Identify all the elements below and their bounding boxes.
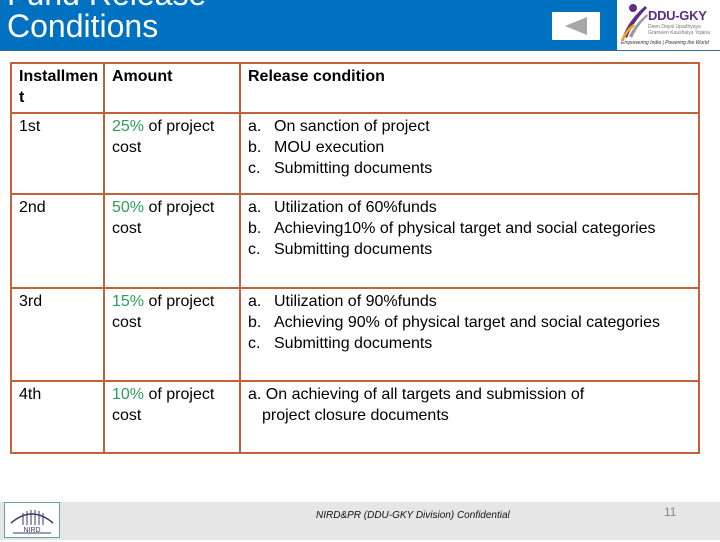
amount-percent: 25% xyxy=(112,118,145,135)
list-marker: a. xyxy=(248,386,262,403)
ddu-gky-logo: DDU-GKY Deen Dayal Upadhyaya Grameen Kau… xyxy=(617,0,720,50)
installment-cell: 4th xyxy=(10,380,105,454)
confidential-notice: NIRD&PR (DDU-GKY Division) Confidential xyxy=(316,510,510,521)
table-row: 3rd 15% of project cost a. Utilization of… xyxy=(10,287,700,382)
fund-release-table: Installmen t Amount Release condition 1s… xyxy=(10,62,700,454)
conditions-cell: a. On achieving of all targets and submi… xyxy=(239,380,700,454)
table-header-row: Installmen t Amount Release condition xyxy=(10,62,700,114)
header-installment: Installmen t xyxy=(10,62,105,114)
table-row: 4th 10% of project cost a. On achieving … xyxy=(10,380,700,454)
installment-cell: 3rd xyxy=(10,287,105,382)
header-amount: Amount xyxy=(103,62,241,114)
list-marker: b. xyxy=(248,220,262,237)
list-marker: b. xyxy=(248,314,262,331)
condition-text: On sanction of project xyxy=(274,118,430,135)
nird-logo-label: NIRD xyxy=(23,527,40,534)
condition-text: On achieving of all targets and submissi… xyxy=(261,386,585,403)
list-item: a. Utilization of 60%funds xyxy=(248,197,691,218)
logo-tagline: Empowering India | Powering the World xyxy=(621,40,709,46)
list-item: a. On sanction of project xyxy=(248,116,691,137)
triangle-left-icon xyxy=(565,17,587,35)
installment-cell: 2nd xyxy=(10,193,105,289)
amount-cell: 10% of project cost xyxy=(103,380,241,454)
slide-title-line-2: Conditions xyxy=(7,8,159,44)
list-item: c. Submitting documents xyxy=(248,333,691,354)
amount-percent: 15% xyxy=(112,293,145,310)
list-marker: c. xyxy=(248,335,261,352)
list-marker: c. xyxy=(248,241,261,258)
logo-brand: DDU-GKY xyxy=(648,8,707,23)
list-marker: c. xyxy=(248,160,261,177)
installment-cell: 1st xyxy=(10,112,105,195)
conditions-list: a. On sanction of project b. MOU execution… xyxy=(248,116,691,179)
list-item: b. Achieving 90% of physical target and s… xyxy=(248,312,691,333)
conditions-cell: a. On sanction of project b. MOU execution… xyxy=(239,112,700,195)
table-row: 2nd 50% of project cost a. Utilization of… xyxy=(10,193,700,289)
condition-text: Utilization of 90%funds xyxy=(274,293,437,310)
amount-cell: 25% of project cost xyxy=(103,112,241,195)
table-row: 1st 25% of project cost a. On sanction of… xyxy=(10,112,700,195)
list-item: b. MOU execution xyxy=(248,137,691,158)
conditions-cell: a. Utilization of 60%funds b. Achieving10%… xyxy=(239,193,700,289)
list-item: a. Utilization of 90%funds xyxy=(248,291,691,312)
header-divider xyxy=(0,50,720,51)
list-item: b. Achieving10% of physical target and so… xyxy=(248,218,691,239)
condition-text: Utilization of 60%funds xyxy=(274,199,437,216)
nird-emblem-icon: NIRD xyxy=(10,510,54,534)
condition-text: Submitting documents xyxy=(274,335,433,352)
amount-percent: 10% xyxy=(112,386,145,403)
list-marker: a. xyxy=(248,199,262,216)
conditions-list: a. Utilization of 60%funds b. Achieving10%… xyxy=(248,197,691,260)
amount-cell: 15% of project cost xyxy=(103,287,241,382)
title-banner: Fund Release Conditions DDU-GKY Deen Day… xyxy=(0,0,720,50)
list-marker: a. xyxy=(248,118,262,135)
single-condition: a. On achieving of all targets and submi… xyxy=(248,384,691,426)
conditions-list: a. Utilization of 90%funds b. Achieving 90… xyxy=(248,291,691,354)
amount-percent: 50% xyxy=(112,199,145,216)
list-item: c. Submitting documents xyxy=(248,158,691,179)
conditions-cell: a. Utilization of 90%funds b. Achieving 90… xyxy=(239,287,700,382)
footer-band xyxy=(0,502,720,540)
list-marker: b. xyxy=(248,139,262,156)
nird-logo: NIRD xyxy=(4,502,60,538)
list-marker: a. xyxy=(248,293,262,310)
logo-subtitle: Deen Dayal Upadhyaya Grameen Kaushalya Y… xyxy=(648,24,710,36)
page-number: 11 xyxy=(664,505,677,519)
condition-continuation: project closure documents xyxy=(262,407,449,424)
header-release-condition: Release condition xyxy=(239,62,700,114)
condition-text: Submitting documents xyxy=(274,241,433,258)
list-item: c. Submitting documents xyxy=(248,239,691,260)
amount-cell: 50% of project cost xyxy=(103,193,241,289)
condition-text: Achieving10% of physical target and soci… xyxy=(274,220,656,237)
runner-figure-icon xyxy=(621,4,648,40)
condition-text: MOU execution xyxy=(274,139,385,156)
condition-text: Submitting documents xyxy=(274,160,433,177)
condition-text: Achieving 90% of physical target and soc… xyxy=(274,314,660,331)
back-button[interactable] xyxy=(552,12,600,40)
